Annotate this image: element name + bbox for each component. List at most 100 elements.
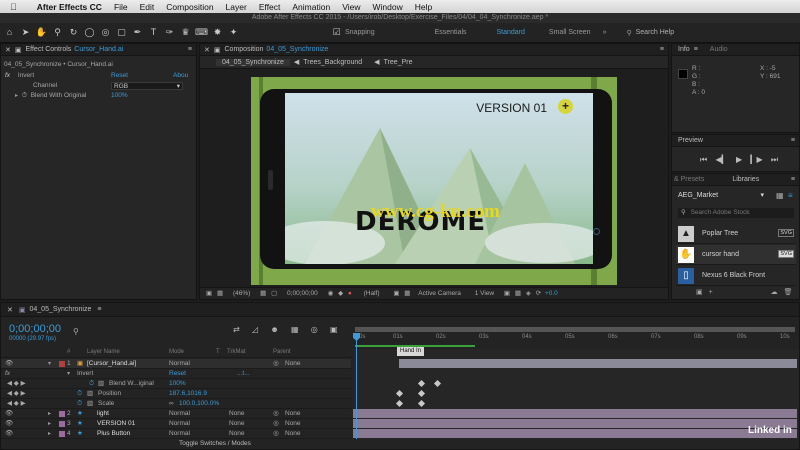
- composition-tab[interactable]: ✕ ▣ Composition 04_05_Synchronize ≡: [200, 44, 668, 56]
- stopwatch-icon[interactable]: ⏱: [77, 399, 82, 409]
- keyframe[interactable]: [433, 379, 442, 388]
- workspace-overflow-icon[interactable]: »: [603, 29, 607, 36]
- graph-icon[interactable]: ▧: [87, 399, 93, 409]
- layer-name[interactable]: [Cursor_Hand.ai]: [87, 359, 136, 369]
- draft-3d-icon[interactable]: ◿: [252, 325, 258, 334]
- layer-mode[interactable]: Normal: [169, 359, 190, 369]
- flow-item-trees-background[interactable]: Trees_Background: [303, 59, 362, 66]
- close-icon[interactable]: ✕: [7, 306, 13, 314]
- last-frame-icon[interactable]: ⏭: [771, 155, 778, 165]
- layer-name[interactable]: VERSION 01: [97, 419, 135, 429]
- fx-icon[interactable]: fx: [5, 369, 10, 379]
- keyframe[interactable]: [395, 389, 404, 398]
- expand-triangle-icon[interactable]: ▾: [48, 359, 51, 369]
- stopwatch-icon[interactable]: ⏱: [22, 92, 27, 99]
- transparency-grid-icon[interactable]: ▦: [404, 290, 410, 297]
- expand-triangle-icon[interactable]: ▾: [67, 369, 70, 379]
- layer-duration-bar[interactable]: [353, 419, 797, 428]
- parent-pickwhip-icon[interactable]: ◎: [273, 429, 279, 439]
- workspace-standard[interactable]: Standard: [497, 29, 525, 36]
- list-view-icon[interactable]: ≡: [788, 191, 793, 200]
- app-menu[interactable]: After Effects CC: [37, 2, 102, 12]
- expand-triangle-icon[interactable]: ▸: [48, 409, 51, 419]
- layer-mode[interactable]: Normal: [169, 429, 190, 439]
- comp-mini-flowchart-icon[interactable]: ⇄: [233, 325, 240, 334]
- roto-brush-tool-icon[interactable]: ✸: [211, 26, 224, 39]
- expand-triangle-icon[interactable]: ▸: [15, 93, 18, 99]
- invert-about-link[interactable]: Abou: [173, 71, 188, 81]
- trash-icon[interactable]: 🗑: [784, 289, 793, 296]
- graph-icon[interactable]: ▧: [87, 389, 93, 399]
- label-color-swatch[interactable]: [59, 421, 65, 427]
- reset-exposure-icon[interactable]: ⟳: [536, 290, 541, 297]
- menu-view[interactable]: View: [342, 2, 360, 12]
- keyframe[interactable]: [417, 389, 426, 398]
- visibility-eye-icon[interactable]: 👁: [5, 429, 13, 439]
- parent-pickwhip-icon[interactable]: ◎: [273, 419, 279, 429]
- menu-layer[interactable]: Layer: [226, 2, 247, 12]
- search-icon[interactable]: ⚲: [73, 327, 79, 336]
- selection-tool-icon[interactable]: ➤: [19, 26, 32, 39]
- eraser-tool-icon[interactable]: ⌨: [195, 26, 208, 39]
- library-item[interactable]: ✋ cursor hand SVG: [676, 245, 796, 265]
- toggle-pixel-icon[interactable]: ▣: [504, 290, 510, 297]
- pen-tool-icon[interactable]: ✒: [131, 26, 144, 39]
- first-frame-icon[interactable]: ⏮: [700, 155, 707, 165]
- effect-controls-tab[interactable]: ✕ ▣ Effect Controls Cursor_Hand.ai ≡: [1, 44, 196, 56]
- grid-icon[interactable]: ▦: [260, 290, 266, 297]
- lock-icon[interactable]: ▣: [15, 46, 22, 54]
- grid-view-icon[interactable]: ▦: [776, 191, 784, 200]
- cc-sync-icon[interactable]: ☁: [771, 289, 778, 296]
- layer-mode[interactable]: Normal: [169, 419, 190, 429]
- info-menu-icon[interactable]: ≡: [694, 46, 698, 53]
- libraries-menu-icon[interactable]: ≡: [791, 176, 795, 183]
- parent-pickwhip-icon[interactable]: ◎: [273, 359, 279, 369]
- shy-layers-icon[interactable]: ☻: [270, 325, 278, 334]
- toggle-switches-modes[interactable]: Toggle Switches / Modes: [179, 440, 251, 447]
- panel-menu-icon[interactable]: ≡: [660, 46, 664, 53]
- layer-trkmat[interactable]: None: [229, 419, 245, 429]
- frame-blending-icon[interactable]: ▦: [291, 325, 299, 334]
- panel-menu-icon[interactable]: ≡: [97, 306, 101, 313]
- table-row[interactable]: 👁 ▸ 3 ★ VERSION 01 Normal None ◎ None: [1, 419, 351, 429]
- next-frame-icon[interactable]: ▎▶: [750, 155, 762, 164]
- menu-window[interactable]: Window: [372, 2, 402, 12]
- snapping-checkbox-icon[interactable]: ☑: [330, 26, 343, 39]
- parent-pickwhip-icon[interactable]: ◎: [273, 409, 279, 419]
- table-row[interactable]: 👁 ▾ 1 ▣ [Cursor_Hand.ai] Normal ◎ None: [1, 359, 351, 369]
- brush-tool-icon[interactable]: ✑: [163, 26, 176, 39]
- menu-effect[interactable]: Effect: [259, 2, 281, 12]
- pan-behind-tool-icon[interactable]: ◎: [99, 26, 112, 39]
- label-color-swatch[interactable]: [59, 411, 65, 417]
- close-icon[interactable]: ✕: [204, 46, 210, 54]
- always-preview-icon[interactable]: ▣: [206, 290, 212, 297]
- flow-item-tree-pre[interactable]: Tree_Pre: [384, 59, 413, 66]
- current-time[interactable]: 0;00;00;00: [287, 290, 318, 297]
- keyframe[interactable]: [395, 399, 404, 408]
- label-color-swatch[interactable]: [59, 431, 65, 437]
- rotate-tool-icon[interactable]: ↻: [67, 26, 80, 39]
- layer-mode[interactable]: Normal: [169, 409, 190, 419]
- layer-parent[interactable]: None: [285, 419, 301, 429]
- panel-menu-icon[interactable]: ≡: [188, 46, 192, 53]
- blend-value[interactable]: 100%: [111, 91, 128, 101]
- camera-dropdown[interactable]: Active Camera: [418, 290, 461, 297]
- keyframe[interactable]: [417, 399, 426, 408]
- home-icon[interactable]: ⌂: [3, 26, 16, 39]
- expand-triangle-icon[interactable]: ▸: [48, 429, 51, 439]
- visibility-eye-icon[interactable]: 👁: [5, 409, 13, 419]
- channel-icon[interactable]: ●: [348, 290, 352, 297]
- layer-name[interactable]: Plus Button: [97, 429, 130, 439]
- search-help-input[interactable]: Search Help: [636, 29, 675, 36]
- menu-composition[interactable]: Composition: [166, 2, 213, 12]
- table-row[interactable]: 👁 ▸ 2 ★ light Normal None ◎ None: [1, 409, 351, 419]
- library-item[interactable]: ▲ Poplar Tree SVG: [676, 224, 796, 244]
- workspace-small-screen[interactable]: Small Screen: [549, 29, 591, 36]
- layer-parent[interactable]: None: [285, 429, 301, 439]
- keyframe-nav-icon[interactable]: ◀ ◆ ▶: [7, 389, 26, 399]
- property-value[interactable]: 100.0,100.0%: [179, 399, 219, 409]
- flow-item-synchronize[interactable]: 04_05_Synchronize: [216, 58, 290, 66]
- table-row[interactable]: 👁 ▸ 4 ★ Plus Button Normal None ◎ None: [1, 429, 351, 439]
- hand-tool-icon[interactable]: ✋: [35, 26, 48, 39]
- effects-presets-tab[interactable]: & Presets: [674, 176, 704, 183]
